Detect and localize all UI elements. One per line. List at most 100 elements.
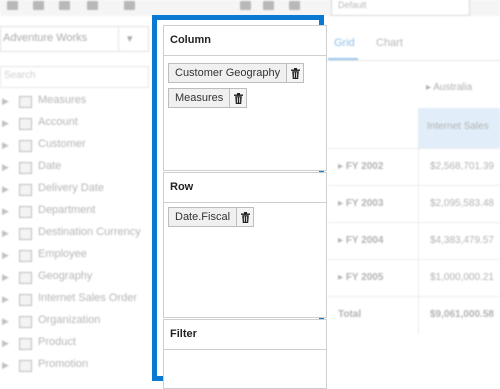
tree-item[interactable]: ▶ Date [0,157,150,179]
tree-item[interactable]: ▶ Department [0,201,150,223]
row-label: ▸ FY 2003 [338,198,384,209]
tree-item[interactable]: ▶ Employee [0,245,150,267]
tree-item[interactable]: ▶ Product [0,333,150,355]
tree-item[interactable]: ▶ Measures [0,91,150,113]
axis-chip-date-fiscal[interactable]: Date.Fiscal [168,207,255,227]
expand-arrow-icon[interactable]: ▶ [2,96,9,107]
dimension-icon [19,360,32,372]
delete-icon[interactable] [286,64,304,82]
delete-icon[interactable] [236,208,254,226]
dimension-icon [19,316,32,328]
expand-arrow-icon[interactable]: ▶ [2,360,9,371]
cell-value: $4,383,479.57 [430,235,494,246]
tab-chart[interactable]: Chart [376,37,403,49]
dimension-icon [19,184,32,196]
expand-arrow-icon[interactable]: ▶ [2,338,9,349]
row-label-text: FY 2002 [345,161,384,172]
toolbar-icon[interactable] [289,1,300,10]
tree-item[interactable]: ▶ Organization [0,311,150,333]
table-row[interactable]: ▸ FY 2003 $2,095,583.48 [328,185,500,223]
active-tab-indicator [328,58,358,60]
row-label: ▸ FY 2002 [338,161,384,172]
row-label-text: Total [338,309,362,320]
dimension-icon [19,118,32,130]
cube-selector[interactable]: Adventure Works ▾ [0,26,149,52]
toolbar-icon[interactable] [263,1,274,10]
expand-arrow-icon[interactable]: ▶ [2,228,9,239]
toolbar-icon[interactable] [7,1,18,10]
toolbar-icon[interactable] [240,1,251,10]
row-label-text: FY 2003 [345,198,384,209]
divider [418,223,419,260]
row-label: Total [338,309,361,320]
tree-item-label: Account [38,116,78,128]
folder-icon [19,96,32,108]
field-axis-panel: Column Customer Geography Measures Row D… [152,15,327,389]
chip-label: Date.Fiscal [175,211,231,223]
cell-value: $1,000,000.21 [430,272,494,283]
toolbar-icon[interactable] [124,1,135,10]
delete-icon[interactable] [229,89,247,107]
divider [418,297,419,334]
tree-item-label: Department [38,204,96,216]
axis-chip-customer-geography[interactable]: Customer Geography [168,63,305,83]
tree-item-label: Internet Sales Order [38,292,138,304]
tree-item[interactable]: ▶ Account [0,113,150,135]
tab-grid[interactable]: Grid [334,37,355,49]
expand-arrow-icon[interactable]: ▶ [2,272,9,283]
chip-label: Customer Geography [175,67,281,79]
column-axis-section: Column Customer Geography Measures [163,25,327,171]
dimension-icon [19,294,32,306]
tree-item-label: Product [38,336,76,348]
tree-item[interactable]: ▶ Internet Sales Order [0,289,150,311]
field-list-tree: ▶ Measures ▶ Account ▶ Customer ▶ Date ▶ Deli… [0,91,150,377]
expand-arrow-icon[interactable]: ▶ [2,184,9,195]
row-axis-section: Row Date.Fiscal [163,172,327,318]
tree-item-label: Date [38,160,62,172]
dimension-icon [19,250,32,262]
search-placeholder: Search [4,70,36,81]
chip-label: Measures [175,92,224,104]
expand-arrow-icon[interactable]: ▶ [2,162,9,173]
filter-axis-section: Filter [163,319,327,389]
dimension-icon [19,338,32,350]
row-label-text: FY 2005 [345,272,384,283]
tree-item[interactable]: ▶ Customer [0,135,150,157]
tree-item[interactable]: ▶ Destination Currency [0,223,150,245]
divider [418,186,419,223]
expand-arrow-icon[interactable]: ▶ [2,250,9,261]
expand-arrow-icon[interactable]: ▶ [2,206,9,217]
tree-item-label: Geography [38,270,93,282]
toolbar-icon[interactable] [33,1,44,10]
tree-item[interactable]: ▶ Promotion [0,355,150,377]
table-row[interactable]: ▸ FY 2004 $4,383,479.57 [328,222,500,260]
expand-arrow-icon[interactable]: ▶ [2,118,9,129]
table-row[interactable]: ▸ FY 2002 $2,568,701.39 [328,148,500,186]
divider [164,349,326,350]
expand-arrow-icon[interactable]: ▶ [2,316,9,327]
toolbar-icon[interactable] [87,1,98,10]
row-label-text: FY 2004 [345,235,384,246]
dimension-icon [19,140,32,152]
column-header[interactable]: ▸ Australia [426,82,472,93]
field-search[interactable]: Search [0,66,149,88]
expand-arrow-icon[interactable]: ▶ [2,140,9,151]
view-select[interactable]: Default [331,0,470,16]
expand-arrow-icon[interactable]: ▶ [2,294,9,305]
axis-chip-measures[interactable]: Measures [168,88,248,108]
column-axis-title: Column [170,34,211,46]
toolbar: Default [0,0,500,16]
cube-selector-value: Adventure Works [3,32,88,44]
toolbar-icon[interactable] [59,1,70,10]
column-header-label: Australia [433,82,473,93]
filter-axis-title: Filter [170,328,197,340]
table-row[interactable]: Total $9,061,000.58 [328,296,500,334]
tree-item[interactable]: ▶ Geography [0,267,150,289]
chevron-down-icon[interactable]: ▾ [127,32,133,45]
tree-item[interactable]: ▶ Delivery Date [0,179,150,201]
tree-item-label: Measures [38,94,87,106]
tree-item-label: Employee [38,248,87,260]
dimension-icon [19,162,32,174]
tree-item-label: Delivery Date [38,182,105,194]
table-row[interactable]: ▸ FY 2005 $1,000,000.21 [328,259,500,297]
